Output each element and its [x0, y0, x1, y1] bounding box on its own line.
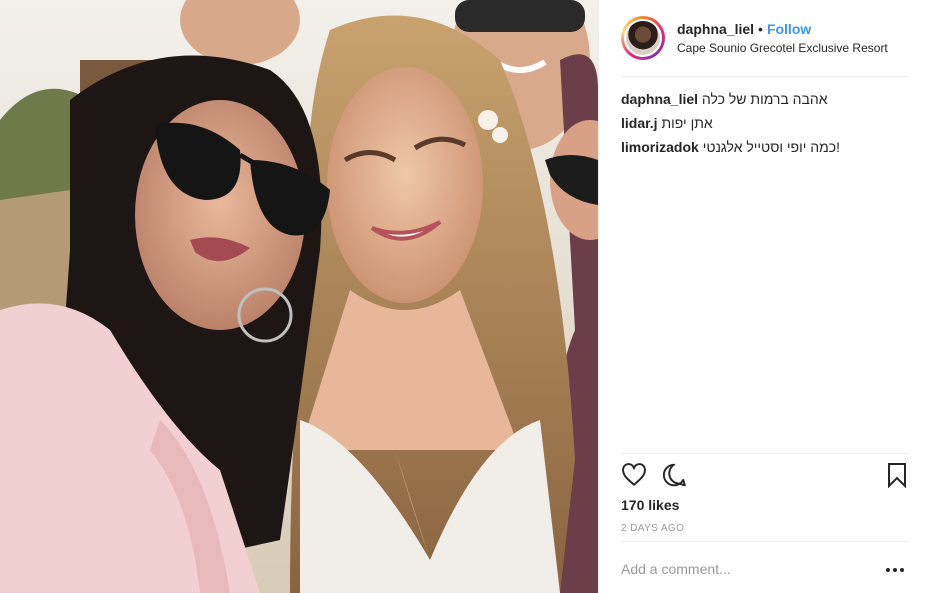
username-link[interactable]: daphna_liel: [677, 21, 754, 37]
separator-dot: •: [758, 20, 763, 37]
post-header: daphna_liel • Follow Cape Sounio Grecotel …: [621, 12, 909, 64]
comment-text: כמה יופי וסטייל אלגנטי!: [702, 139, 840, 155]
action-bar: [621, 462, 909, 490]
actions-divider: [621, 453, 909, 454]
instagram-post: daphna_liel • Follow Cape Sounio Grecotel …: [0, 0, 926, 593]
ellipsis-icon[interactable]: [884, 560, 908, 580]
bookmark-icon[interactable]: [885, 462, 913, 490]
comment-username[interactable]: lidar.j: [621, 115, 658, 131]
comment-username[interactable]: daphna_liel: [621, 91, 698, 107]
comments-list: daphna_liel אהבה ברמות של כלה lidar.j את…: [621, 90, 909, 162]
follow-button[interactable]: Follow: [767, 21, 811, 37]
comment-text: אהבה ברמות של כלה: [701, 91, 828, 107]
comment-text: אתן יפות: [661, 115, 713, 131]
location-link[interactable]: Cape Sounio Grecotel Exclusive Resort: [677, 39, 888, 57]
header-divider: [621, 76, 909, 77]
comment-divider: [621, 541, 909, 542]
comment-icon[interactable]: [661, 462, 689, 490]
avatar-image: [624, 19, 662, 57]
comment-item: lidar.j אתן יפות: [621, 114, 909, 132]
likes-count[interactable]: 170 likes: [621, 497, 679, 513]
selfie-image: [0, 0, 598, 593]
avatar[interactable]: [621, 16, 665, 60]
post-sidebar: daphna_liel • Follow Cape Sounio Grecotel …: [598, 0, 926, 593]
heart-icon[interactable]: [621, 462, 649, 490]
comment-item: limorizadok כמה יופי וסטייל אלגנטי!: [621, 138, 909, 156]
post-photo[interactable]: [0, 0, 598, 593]
header-text: daphna_liel • Follow Cape Sounio Grecotel …: [677, 20, 888, 57]
post-timestamp: 2 DAYS AGO: [621, 523, 685, 534]
comment-username[interactable]: limorizadok: [621, 139, 699, 155]
comment-item: daphna_liel אהבה ברמות של כלה: [621, 90, 909, 108]
add-comment-input[interactable]: [621, 556, 881, 582]
